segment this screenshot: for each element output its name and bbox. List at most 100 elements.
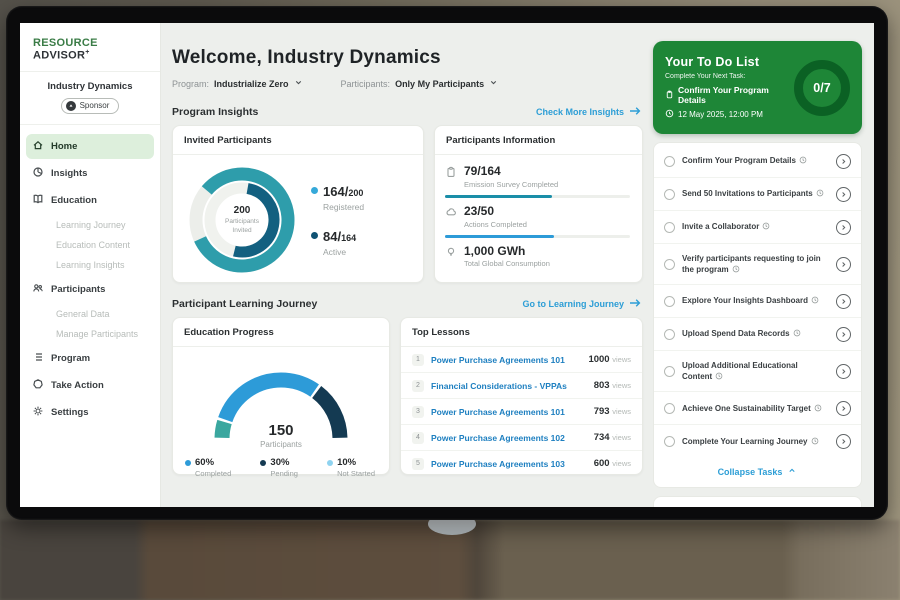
sidebar-item-insights[interactable]: Insights <box>26 161 154 186</box>
collapse-label: Collapse Tasks <box>718 467 783 477</box>
clock-icon <box>811 437 819 445</box>
pie-chart-icon <box>32 166 44 181</box>
task-go-button[interactable] <box>836 364 851 379</box>
legend-dot <box>327 460 333 466</box>
task-label: Complete Your Learning Journey <box>682 437 808 446</box>
program-value: Industrialize Zero <box>214 79 289 89</box>
task-checkbox[interactable] <box>664 329 675 340</box>
task-go-button[interactable] <box>836 327 851 342</box>
task-go-button[interactable] <box>836 257 851 272</box>
sidebar-item-learning-journey[interactable]: Learning Journey <box>26 215 154 235</box>
sidebar-item-settings[interactable]: Settings <box>26 400 154 425</box>
todo-progress-value: 0/7 <box>813 81 830 95</box>
go-to-learning-journey-link[interactable]: Go to Learning Journey <box>522 298 641 310</box>
legend-dot <box>311 232 318 239</box>
app-logo: RESOURCE ADVISOR+ <box>20 33 160 72</box>
views-count: 793 <box>594 406 610 417</box>
legend-total: 200 <box>348 188 363 198</box>
task-go-button[interactable] <box>836 154 851 169</box>
legend-label: Registered <box>323 202 364 212</box>
monitor-bezel: RESOURCE ADVISOR+ Industry Dynamics Spon… <box>6 6 888 520</box>
sidebar-item-learning-insights[interactable]: Learning Insights <box>26 255 154 275</box>
lesson-link[interactable]: Power Purchase Agreements 103 <box>431 459 587 469</box>
task-checkbox[interactable] <box>664 156 675 167</box>
task-go-button[interactable] <box>836 401 851 416</box>
program-insights-header: Program Insights Check More Insights <box>172 106 643 118</box>
clock-icon <box>811 296 819 304</box>
lesson-link[interactable]: Power Purchase Agreements 102 <box>431 433 587 443</box>
card-title: Participants Information <box>435 126 642 155</box>
metric-value: 79/164 <box>464 165 558 179</box>
sidebar-item-education-content[interactable]: Education Content <box>26 235 154 255</box>
arrow-right-icon <box>629 298 641 310</box>
participants-information-card: Participants Information 79/164 Emission… <box>434 125 643 283</box>
clipboard-icon <box>665 90 674 101</box>
task-label: Upload Spend Data Records <box>682 329 790 338</box>
sidebar-item-education[interactable]: Education <box>26 188 154 213</box>
task-label: Invite a Collaborator <box>682 222 759 231</box>
task-row[interactable]: Confirm Your Program Details <box>654 145 861 178</box>
todo-subtitle: Complete Your Next Task: <box>665 73 794 80</box>
legend-pct: 10% <box>337 457 375 468</box>
legend-registered: 164/200 Registered <box>311 183 364 212</box>
task-row[interactable]: Invite a Collaborator <box>654 211 861 244</box>
sponsor-badge[interactable]: Sponsor <box>61 98 120 114</box>
collapse-tasks-link[interactable]: Collapse Tasks <box>654 457 861 485</box>
task-label: Explore Your Insights Dashboard <box>682 296 808 305</box>
education-gauge-chart: 150 Participants <box>208 361 354 445</box>
sidebar-item-label: Program <box>51 353 90 364</box>
metric-emission-survey: 79/164 Emission Survey Completed <box>445 165 630 189</box>
task-checkbox[interactable] <box>664 436 675 447</box>
views-suffix: views <box>612 407 631 416</box>
task-go-button[interactable] <box>836 294 851 309</box>
lesson-link[interactable]: Financial Considerations - VPPAs <box>431 381 587 391</box>
logo-plus: + <box>85 49 89 56</box>
sidebar-item-general-data[interactable]: General Data <box>26 304 154 324</box>
task-row[interactable]: Send 50 Invitations to Participants <box>654 178 861 211</box>
chevron-down-icon <box>489 78 498 89</box>
clock-icon <box>715 372 723 380</box>
task-go-button[interactable] <box>836 220 851 235</box>
legend-pending: 30% Pending <box>260 457 298 478</box>
participants-dropdown[interactable]: Participants: Only My Participants <box>341 78 499 89</box>
views-suffix: views <box>612 381 631 390</box>
card-title: Invited Participants <box>173 126 423 155</box>
task-go-button[interactable] <box>836 187 851 202</box>
rank-badge: 1 <box>412 354 424 366</box>
sidebar-item-take-action[interactable]: Take Action <box>26 373 154 398</box>
donut-center-label: Participants Invited <box>216 218 268 235</box>
check-more-insights-link[interactable]: Check More Insights <box>536 106 641 118</box>
task-go-button[interactable] <box>836 434 851 449</box>
action-icon <box>32 378 44 393</box>
sidebar-item-participants[interactable]: Participants <box>26 277 154 302</box>
task-checkbox[interactable] <box>664 259 675 270</box>
task-checkbox[interactable] <box>664 403 675 414</box>
lesson-link[interactable]: Power Purchase Agreements 101 <box>431 355 581 365</box>
task-row[interactable]: Verify participants requesting to join t… <box>654 244 861 285</box>
sponsor-label: Sponsor <box>80 101 110 110</box>
main-content: Welcome, Industry Dynamics Program: Indu… <box>161 23 643 507</box>
clock-icon <box>732 265 740 273</box>
program-dropdown[interactable]: Program: Industrialize Zero <box>172 78 303 89</box>
clock-icon <box>816 189 824 197</box>
task-row[interactable]: Upload Spend Data Records <box>654 318 861 351</box>
sidebar-item-program[interactable]: Program <box>26 346 154 371</box>
task-row[interactable]: Upload Additional Educational Content <box>654 351 861 392</box>
views-count: 803 <box>594 380 610 391</box>
task-row[interactable]: Complete Your Learning Journey <box>654 425 861 457</box>
lesson-link[interactable]: Power Purchase Agreements 101 <box>431 407 587 417</box>
task-row[interactable]: Achieve One Sustainability Target <box>654 392 861 425</box>
sidebar-item-home[interactable]: Home <box>26 134 154 159</box>
task-checkbox[interactable] <box>664 222 675 233</box>
people-icon <box>32 282 44 297</box>
legend-value: 84/ <box>323 229 341 244</box>
task-checkbox[interactable] <box>664 189 675 200</box>
legend-not-started: 10% Not Started <box>327 457 375 478</box>
lesson-row: 5 Power Purchase Agreements 103 600 view… <box>401 451 642 476</box>
education-progress-card: Education Progress 150 Participants <box>172 317 390 475</box>
task-label: Achieve One Sustainability Target <box>682 404 811 413</box>
task-row[interactable]: Explore Your Insights Dashboard <box>654 285 861 318</box>
task-checkbox[interactable] <box>664 296 675 307</box>
sidebar-item-manage-participants[interactable]: Manage Participants <box>26 324 154 344</box>
task-checkbox[interactable] <box>664 366 675 377</box>
